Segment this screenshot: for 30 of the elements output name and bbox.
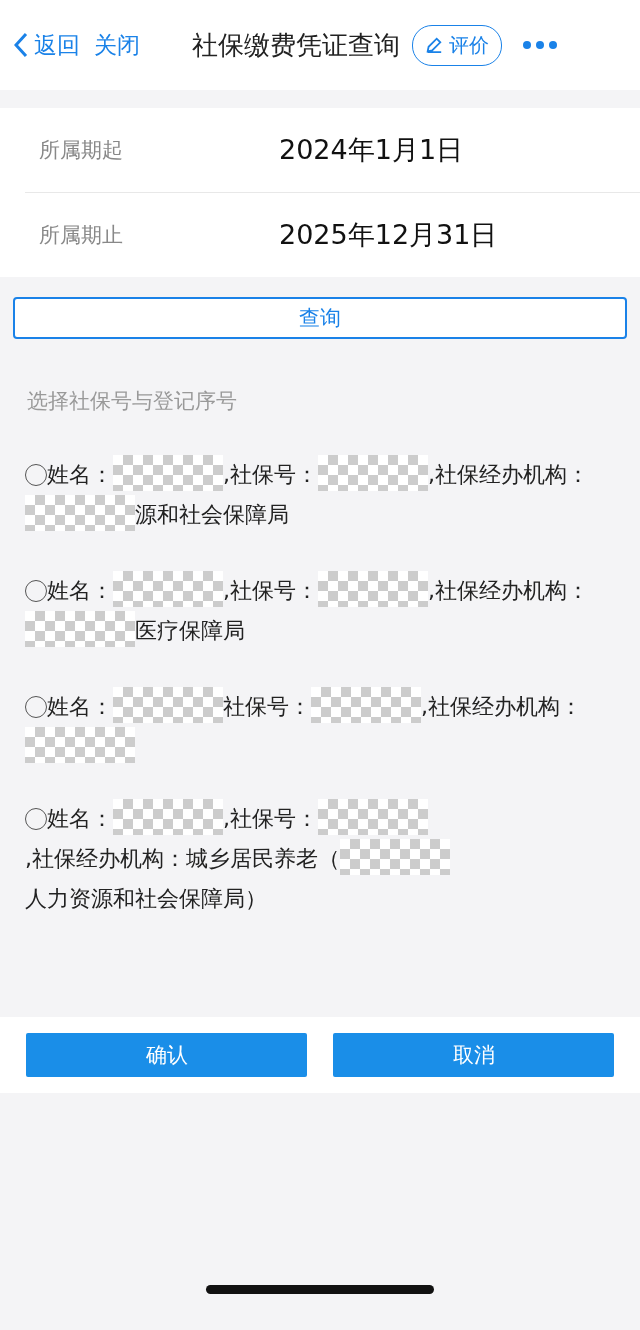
field-label: 所属期起 (38, 137, 124, 164)
option-text: ,社保号： (223, 461, 318, 489)
cancel-button[interactable]: 取消 (333, 1033, 614, 1077)
option-text: 医疗保障局 (135, 617, 245, 645)
option-text: ,社保经办机构：城乡居民养老（ (25, 845, 340, 873)
date-value[interactable]: 2024年1月1日 (279, 132, 464, 168)
option-text: 社保号： (223, 693, 311, 721)
more-icon[interactable] (522, 40, 558, 50)
option-text: ,社保号： (223, 805, 318, 833)
pencil-icon (425, 36, 443, 54)
option-text: ,社保经办机构： (428, 577, 589, 605)
option-text: 姓名： (47, 577, 113, 605)
query-button[interactable]: 查询 (13, 297, 627, 339)
back-icon[interactable] (14, 32, 28, 58)
option-text: ,社保经办机构： (421, 693, 582, 721)
date-value[interactable]: 2025年12月31日 (279, 217, 498, 253)
confirm-button[interactable]: 确认 (26, 1033, 307, 1077)
option-text: ,社保号： (223, 577, 318, 605)
page-title: 社保缴费凭证查询 (192, 28, 400, 62)
close-link[interactable]: 关闭 (94, 29, 140, 61)
option-text: 姓名： (47, 693, 113, 721)
field-label: 所属期止 (38, 222, 124, 249)
option-text: 人力资源和社会保障局） (25, 885, 267, 913)
section-label: 选择社保号与登记序号 (26, 388, 238, 415)
option-text: 源和社会保障局 (135, 501, 289, 529)
rate-button[interactable]: 评价 (412, 24, 502, 66)
back-link[interactable]: 返回 (34, 29, 80, 61)
option-text: 姓名： (47, 461, 113, 489)
option-text: 姓名： (47, 805, 113, 833)
option-text: ,社保经办机构： (428, 461, 589, 489)
